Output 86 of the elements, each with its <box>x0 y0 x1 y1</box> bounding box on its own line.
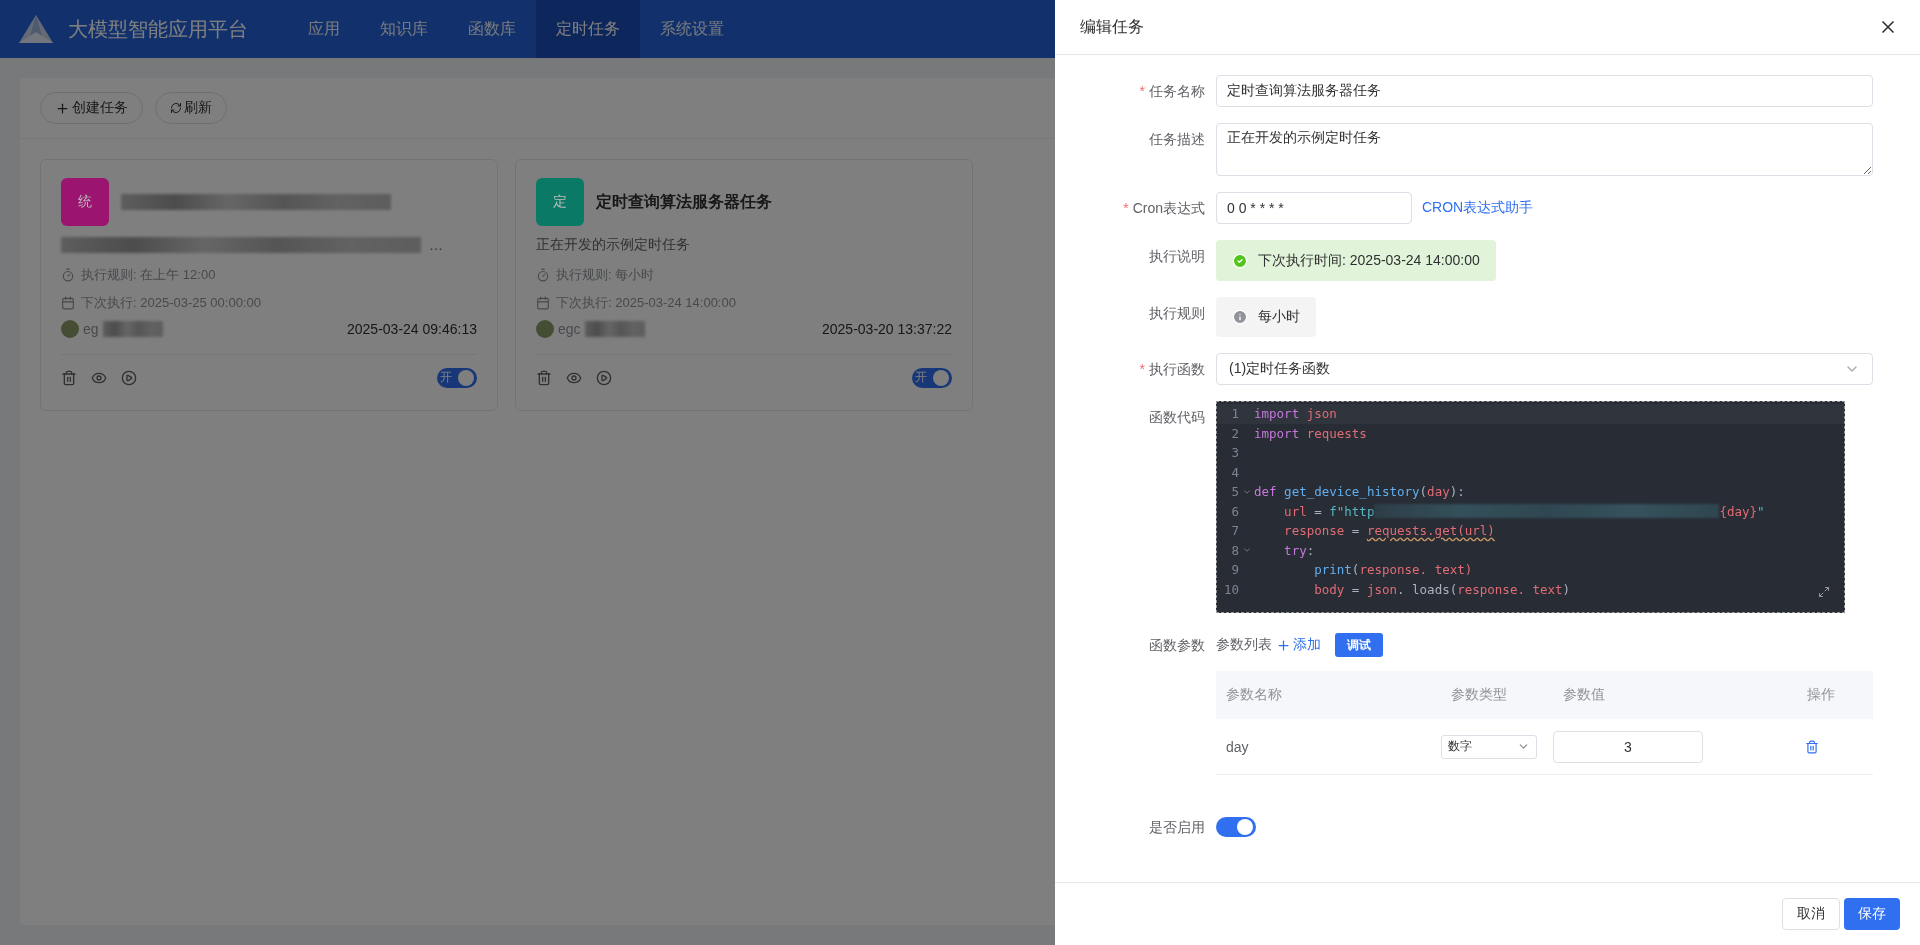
info-icon <box>1232 309 1248 325</box>
code-editor[interactable]: 1 import json 2 import requests 3 4 5 def get_device_history(day): 6 url = f"http {day}" 7 response = requests.get(url) 8 try: 9 print(response. text) 10 body = json. loads(response. text) <box>1216 401 1845 613</box>
plus-icon <box>55 100 70 116</box>
toggle-switch[interactable]: 开 <box>912 367 952 388</box>
delete-icon[interactable] <box>536 369 552 386</box>
line-number: 1 <box>1230 406 1239 422</box>
param-list-label: 参数列表 <box>1216 636 1272 654</box>
column-header: 操作 <box>1806 686 1836 704</box>
field-label: * 任务名称 <box>1138 82 1205 101</box>
task-avatar: 定 <box>536 178 584 226</box>
task-avatar: 统 <box>61 178 109 226</box>
field-label: 执行说明 <box>1148 247 1205 266</box>
code-line: try: <box>1283 542 1315 558</box>
line-number: 8 <box>1230 542 1239 558</box>
alert-text: 每小时 <box>1258 308 1300 326</box>
code-line: url = f"http {day}" <box>1283 503 1765 519</box>
toggle-switch[interactable] <box>1216 817 1256 837</box>
cron-field[interactable]: 0 0 * * * * <box>1216 192 1412 224</box>
calendar-icon <box>536 296 550 310</box>
task-name-field[interactable]: 定时查询算法服务器任务 <box>1216 75 1873 107</box>
ellipsis: … <box>429 237 443 253</box>
task-title: 定时查询算法服务器任务 <box>596 191 772 212</box>
nav-tab[interactable]: 系统设置 <box>640 0 744 58</box>
user-avatar <box>536 320 554 338</box>
play-icon[interactable] <box>596 369 612 386</box>
column-header: 参数值 <box>1562 686 1606 704</box>
code-line: import json <box>1254 406 1337 422</box>
delete-icon[interactable] <box>61 369 77 386</box>
field-label: 函数参数 <box>1148 636 1205 655</box>
code-line: def get_device_history(day): <box>1254 484 1465 500</box>
nav-tab[interactable]: 定时任务 <box>536 0 640 58</box>
nav-tab[interactable]: 应用 <box>288 0 360 58</box>
toolbar-button[interactable]: 创建任务 <box>40 92 143 124</box>
code-line: body = json. loads(response. text) <box>1313 581 1571 597</box>
created-time: 2025-03-20 13:37:22 <box>822 321 952 337</box>
debug-button[interactable]: 调试 <box>1335 633 1383 657</box>
field-label: 是否启用 <box>1148 818 1205 837</box>
created-time: 2025-03-24 09:46:13 <box>347 321 477 337</box>
line-number: 4 <box>1230 464 1239 480</box>
field-label: 函数代码 <box>1148 408 1205 427</box>
field-label: 执行规则 <box>1148 304 1205 323</box>
nav-tab[interactable]: 函数库 <box>448 0 536 58</box>
refresh-icon <box>170 102 182 114</box>
alert-text: 下次执行时间: 2025-03-24 14:00:00 <box>1258 251 1480 270</box>
save-button[interactable]: 保存 <box>1844 898 1900 930</box>
toggle-switch[interactable]: 开 <box>437 367 477 388</box>
param-value-field[interactable]: 3 <box>1553 730 1703 763</box>
field-label: 任务描述 <box>1148 130 1205 149</box>
line-number: 5 <box>1230 484 1239 500</box>
param-name: day <box>1225 738 1250 755</box>
toolbar-button[interactable]: 刷新 <box>155 92 227 124</box>
play-icon[interactable] <box>121 369 137 386</box>
line-number: 10 <box>1222 581 1239 597</box>
line-number: 3 <box>1230 445 1239 461</box>
type-select[interactable]: 数字 <box>1441 734 1537 759</box>
blurred-text <box>102 321 163 337</box>
cron-helper-link[interactable]: CRON表达式助手 <box>1422 199 1534 217</box>
line-number: 7 <box>1230 523 1239 539</box>
add-link[interactable]: 添加 <box>1276 636 1321 654</box>
column-header: 参数名称 <box>1225 686 1283 704</box>
line-number: 9 <box>1230 562 1239 578</box>
drawer-title: 编辑任务 <box>1080 16 1144 37</box>
timer-icon <box>61 268 75 282</box>
cancel-button[interactable]: 取消 <box>1782 898 1840 930</box>
code-line: response = requests.get(url) <box>1283 523 1495 539</box>
description-field[interactable]: 正在开发的示例定时任务 <box>1216 123 1873 176</box>
line-number: 6 <box>1230 503 1239 519</box>
blurred-text <box>584 321 645 337</box>
app-title: 大模型智能应用平台 <box>68 16 248 42</box>
field-label: * Cron表达式 <box>1122 199 1205 218</box>
code-line: print(response. text) <box>1313 562 1473 578</box>
task-description: 正在开发的示例定时任务 <box>536 236 690 254</box>
delete-button[interactable] <box>1805 739 1819 754</box>
column-header: 参数类型 <box>1450 686 1508 704</box>
timer-icon <box>536 268 550 282</box>
user-avatar <box>61 320 79 338</box>
field-label: * 执行函数 <box>1138 360 1205 379</box>
plus-icon <box>1276 637 1291 653</box>
calendar-icon <box>61 296 75 310</box>
line-number: 2 <box>1230 425 1239 441</box>
logo-icon <box>18 14 54 44</box>
function-select[interactable]: (1)定时任务函数 <box>1216 353 1873 385</box>
code-line: import requests <box>1254 425 1367 441</box>
nav-tab[interactable]: 知识库 <box>360 0 448 58</box>
expand-icon[interactable] <box>1818 586 1830 598</box>
check-icon <box>1232 252 1248 269</box>
